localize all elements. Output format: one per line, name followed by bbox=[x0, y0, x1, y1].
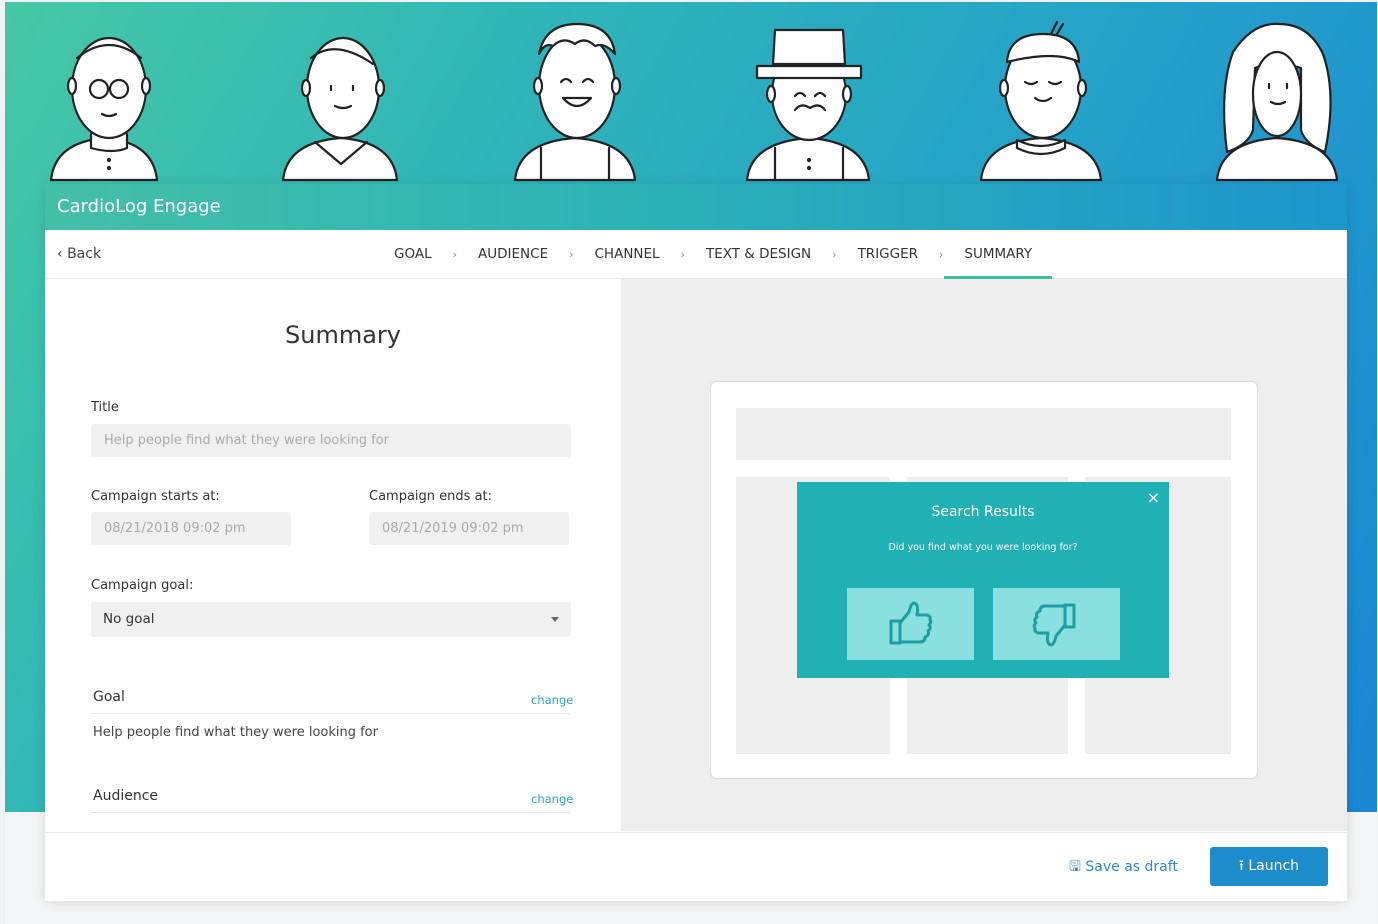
app-frame: CardioLog Engage ‹ Back GOAL › AUDIENCE … bbox=[5, 2, 1377, 924]
start-date-label: Campaign starts at: bbox=[91, 489, 220, 504]
step-goal[interactable]: GOAL bbox=[390, 230, 436, 278]
back-label: Back bbox=[67, 246, 102, 262]
face-laugh-icon bbox=[513, 22, 637, 182]
preview-pane: × Search Results Did you find what you w… bbox=[621, 279, 1347, 831]
chevron-right-icon: › bbox=[452, 247, 458, 261]
thumbs-up-button[interactable] bbox=[847, 588, 974, 660]
action-footer: 🖫 Save as draft ⭱ Launch bbox=[45, 832, 1347, 901]
divider bbox=[91, 812, 571, 813]
popup-question: Did you find what you were looking for? bbox=[888, 542, 1078, 553]
popup-title: Search Results bbox=[931, 504, 1035, 520]
thumbs-down-button[interactable] bbox=[993, 588, 1120, 660]
wizard-steps: GOAL › AUDIENCE › CHANNEL › TEXT & DESIG… bbox=[390, 230, 1052, 279]
face-smile-icon bbox=[281, 36, 399, 182]
end-date-input[interactable]: 08/21/2019 09:02 pm bbox=[369, 512, 569, 545]
step-summary[interactable]: SUMMARY bbox=[944, 230, 1052, 279]
step-audience[interactable]: AUDIENCE bbox=[474, 230, 552, 278]
wizard-nav: ‹ Back GOAL › AUDIENCE › CHANNEL › TEXT … bbox=[45, 230, 1347, 279]
audience-change-link[interactable]: change bbox=[531, 792, 573, 806]
launch-button[interactable]: ⭱ Launch bbox=[1210, 847, 1328, 886]
upload-icon: ⭱ bbox=[1238, 858, 1249, 874]
title-input[interactable]: Help people find what they were looking … bbox=[91, 424, 571, 457]
divider bbox=[91, 713, 571, 714]
chevron-right-icon: › bbox=[832, 247, 837, 261]
goal-select[interactable]: No goal bbox=[91, 602, 571, 637]
step-trigger[interactable]: TRIGGER bbox=[854, 230, 922, 278]
back-button[interactable]: ‹ Back bbox=[57, 230, 101, 278]
goal-section-title: Goal bbox=[93, 689, 125, 705]
caret-down-icon bbox=[551, 617, 559, 622]
end-date-label: Campaign ends at: bbox=[369, 489, 492, 504]
goal-section-text: Help people find what they were looking … bbox=[93, 725, 378, 740]
chevron-right-icon: › bbox=[939, 247, 944, 261]
step-channel[interactable]: CHANNEL bbox=[591, 230, 664, 278]
audience-section-title: Audience bbox=[93, 788, 159, 804]
summary-heading: Summary bbox=[285, 321, 401, 349]
goal-change-link[interactable]: change bbox=[531, 693, 573, 707]
start-date-input[interactable]: 08/21/2018 09:02 pm bbox=[91, 512, 291, 545]
title-label: Title bbox=[91, 400, 119, 415]
save-draft-button[interactable]: 🖫 Save as draft bbox=[1069, 856, 1178, 880]
chevron-left-icon: ‹ bbox=[57, 246, 68, 262]
app-title: CardioLog Engage bbox=[45, 184, 1347, 230]
campaign-panel: CardioLog Engage ‹ Back GOAL › AUDIENCE … bbox=[45, 184, 1347, 901]
chevron-right-icon: › bbox=[680, 247, 685, 261]
save-draft-label: Save as draft bbox=[1085, 859, 1178, 875]
face-glasses-icon bbox=[49, 36, 159, 182]
face-longhair-icon bbox=[1215, 22, 1339, 182]
face-content-icon bbox=[979, 20, 1103, 182]
launch-label: Launch bbox=[1248, 858, 1300, 874]
goal-select-label: Campaign goal: bbox=[91, 578, 194, 593]
goal-select-value: No goal bbox=[103, 611, 155, 627]
placeholder-block bbox=[736, 408, 1231, 460]
chevron-right-icon: › bbox=[569, 247, 574, 261]
thumbs-down-icon bbox=[1032, 603, 1076, 647]
avatars-row bbox=[49, 20, 1339, 182]
summary-form: Summary Title Help people find what they… bbox=[45, 279, 621, 831]
floppy-disk-icon: 🖫 bbox=[1069, 859, 1086, 875]
feedback-popup: × Search Results Did you find what you w… bbox=[797, 482, 1169, 678]
thumbs-up-icon bbox=[889, 601, 933, 645]
step-text-design[interactable]: TEXT & DESIGN bbox=[702, 230, 815, 278]
face-hat-icon bbox=[745, 28, 871, 182]
